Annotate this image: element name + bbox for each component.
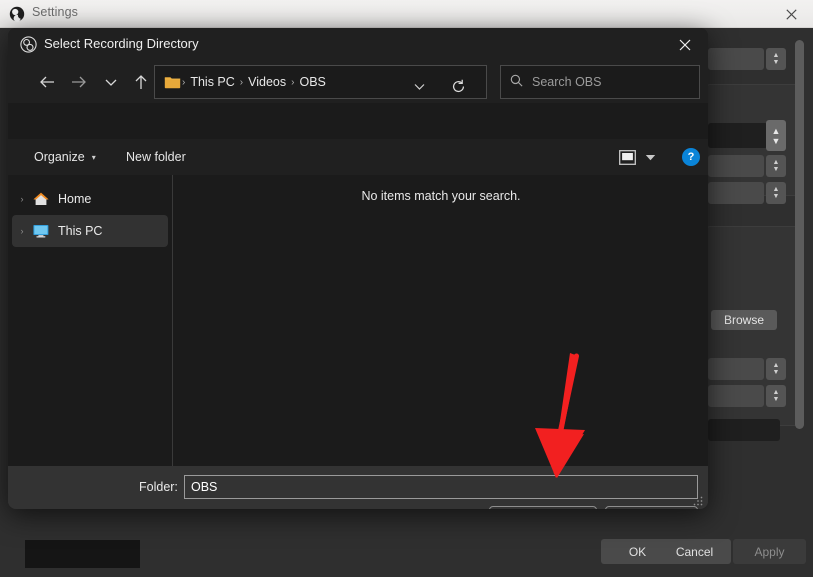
settings-spinner-2[interactable]: ▲ ▼ — [766, 120, 786, 151]
chevron-down-icon[interactable] — [642, 146, 658, 168]
folder-name-row: Folder: — [8, 466, 708, 509]
settings-spinner-6[interactable]: ▲ ▼ — [766, 385, 786, 407]
search-input[interactable]: Search OBS — [500, 65, 700, 99]
dialog-cancel-button[interactable]: Cancel — [605, 506, 698, 509]
apply-button[interactable]: Apply — [733, 539, 806, 564]
settings-field-4[interactable] — [708, 182, 764, 204]
chevron-up-icon: ▲ — [773, 159, 780, 166]
organize-label: Organize — [34, 150, 85, 164]
this-pc-icon — [32, 223, 52, 239]
search-placeholder: Search OBS — [532, 75, 601, 89]
dialog-title-bar: Select Recording Directory — [8, 28, 708, 61]
settings-field-3[interactable] — [708, 155, 764, 177]
settings-spinner-3[interactable]: ▲ ▼ — [766, 155, 786, 177]
obs-logo-icon — [20, 36, 37, 53]
help-icon[interactable]: ? — [682, 148, 700, 166]
settings-spinner-4[interactable]: ▲ ▼ — [766, 182, 786, 204]
breadcrumb-separator: › — [240, 77, 243, 88]
settings-field-6[interactable] — [708, 385, 764, 407]
empty-state-message: No items match your search. — [174, 189, 708, 203]
navigation-tree: › Home › — [8, 175, 173, 466]
new-folder-button[interactable]: New folder — [118, 145, 194, 169]
select-recording-directory-dialog: Select Recording Directory — [8, 28, 708, 509]
folder-icon — [164, 75, 181, 89]
chevron-up-icon: ▲ — [773, 52, 780, 59]
dialog-command-bar: Organize ▾ New folder ? — [8, 139, 708, 175]
tree-item-this-pc[interactable]: › This PC — [12, 215, 168, 247]
settings-field-2[interactable] — [708, 123, 768, 148]
dialog-main-area: › Home › — [8, 175, 708, 466]
chevron-right-icon[interactable]: › — [12, 226, 32, 236]
settings-field-5[interactable] — [708, 358, 764, 380]
obs-logo-icon — [9, 6, 25, 22]
arrow-up-icon[interactable] — [126, 67, 156, 97]
breadcrumb-item-obs[interactable]: OBS — [296, 74, 328, 90]
chevron-up-icon: ▲ — [772, 126, 781, 136]
tree-item-label: This PC — [58, 224, 102, 238]
chevron-up-icon: ▲ — [773, 389, 780, 396]
home-icon — [32, 191, 52, 207]
settings-footer: OK Cancel Apply — [0, 531, 813, 577]
dialog-title: Select Recording Directory — [44, 36, 199, 51]
browse-button[interactable]: Browse — [711, 310, 777, 330]
file-list-pane[interactable]: No items match your search. — [174, 175, 708, 466]
settings-title-bar: Settings — [0, 0, 813, 28]
settings-field-7[interactable] — [708, 419, 780, 441]
close-icon[interactable] — [769, 0, 813, 28]
breadcrumb-item-this-pc[interactable]: This PC — [187, 74, 237, 90]
chevron-up-icon: ▲ — [773, 362, 780, 369]
breadcrumb-item-videos[interactable]: Videos — [245, 74, 289, 90]
cancel-button[interactable]: Cancel — [658, 539, 731, 564]
chevron-down-icon: ▾ — [92, 153, 96, 162]
organize-button[interactable]: Organize ▾ — [26, 145, 104, 169]
chevron-down-icon: ▼ — [773, 396, 780, 403]
chevron-down-icon[interactable] — [96, 67, 126, 97]
chevron-down-icon: ▼ — [773, 369, 780, 376]
resize-grip-icon[interactable] — [692, 494, 704, 506]
close-icon[interactable] — [662, 28, 708, 61]
chevron-up-icon: ▲ — [773, 186, 780, 193]
view-layout-icon[interactable] — [616, 146, 638, 168]
refresh-icon[interactable] — [446, 74, 470, 98]
arrow-left-icon[interactable] — [32, 67, 62, 97]
breadcrumb[interactable]: › This PC › Videos › OBS — [154, 65, 487, 99]
tree-item-label: Home — [58, 192, 91, 206]
dialog-navigation-bar: › This PC › Videos › OBS — [8, 61, 708, 103]
search-icon — [510, 74, 523, 90]
arrow-right-icon[interactable] — [64, 67, 94, 97]
folder-label: Folder: — [139, 480, 178, 494]
settings-field-1[interactable] — [708, 48, 764, 70]
settings-spinner-1[interactable]: ▲ ▼ — [766, 48, 786, 70]
chevron-down-icon: ▼ — [773, 59, 780, 66]
chevron-down-icon[interactable] — [408, 75, 430, 97]
chevron-down-icon: ▼ — [773, 166, 780, 173]
screen: Settings ▲ ▼ ▲ ▼ ▲ — [0, 0, 813, 577]
breadcrumb-separator: › — [182, 77, 185, 88]
folder-name-input[interactable] — [184, 475, 698, 499]
tree-item-home[interactable]: › Home — [12, 183, 168, 215]
breadcrumb-separator: › — [291, 77, 294, 88]
chevron-down-icon: ▼ — [773, 193, 780, 200]
settings-scrollbar[interactable] — [795, 40, 804, 429]
chevron-right-icon[interactable]: › — [12, 194, 32, 204]
settings-window-title: Settings — [32, 5, 78, 19]
settings-spinner-5[interactable]: ▲ ▼ — [766, 358, 786, 380]
chevron-down-icon: ▼ — [772, 136, 781, 146]
select-folder-button[interactable]: Select Folder — [489, 506, 597, 509]
